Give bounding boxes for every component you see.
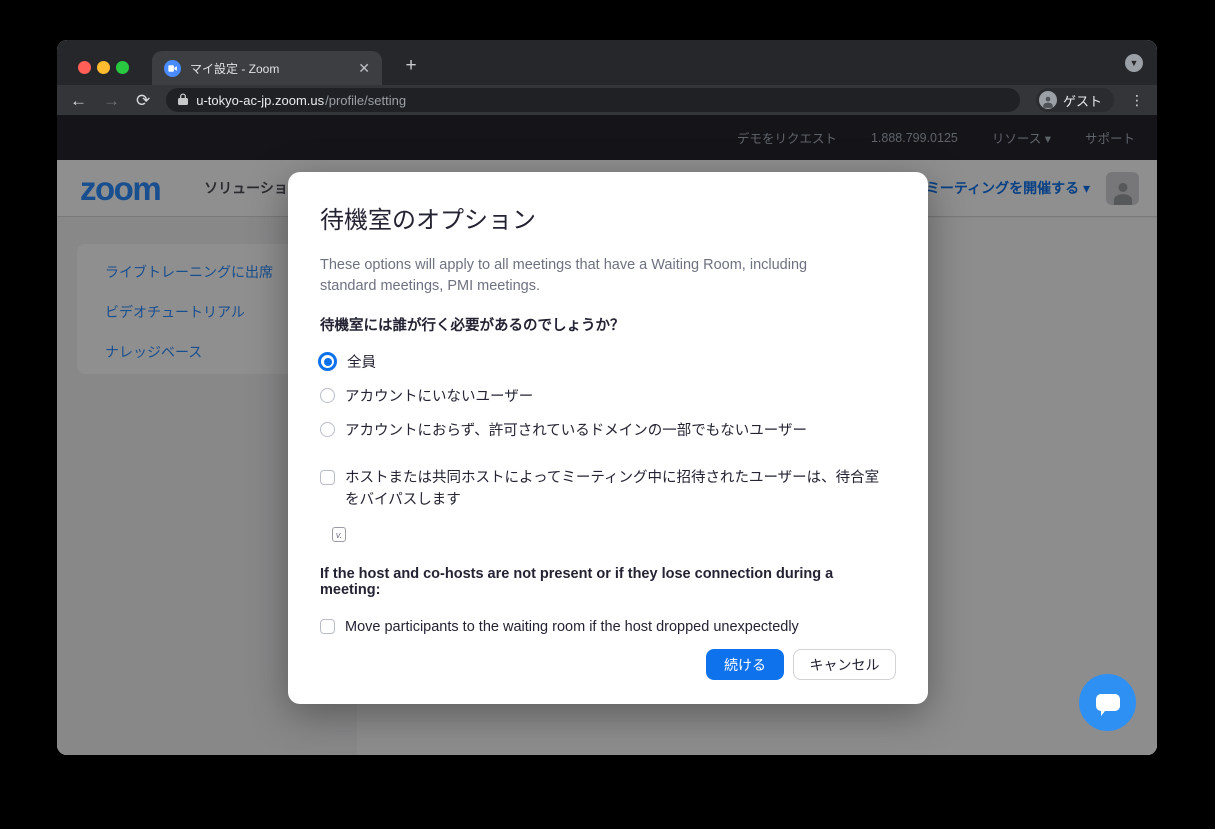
radio-users-not-in-allowed-domains[interactable]: アカウントにおらず、許可されているドメインの一部でもないユーザー <box>320 419 896 440</box>
checkbox-icon[interactable] <box>320 470 335 485</box>
dialog-question: 待機室には誰が行く必要があるのでしょうか？ <box>320 314 896 335</box>
radio-unselected-icon[interactable] <box>320 388 335 403</box>
dialog-question-host-absent: If the host and co-hosts are not present… <box>320 566 896 598</box>
small-badge-icon: v. <box>332 527 346 542</box>
checkbox-icon[interactable] <box>320 619 335 634</box>
continue-button[interactable]: 続ける <box>706 649 784 680</box>
guest-avatar-icon <box>1039 91 1057 109</box>
lock-icon <box>178 93 188 108</box>
new-tab-button[interactable]: + <box>397 52 425 80</box>
radio-selected-icon[interactable] <box>318 352 337 371</box>
url-host: u-tokyo-ac-jp.zoom.us <box>196 93 324 108</box>
chat-bubble-icon <box>1096 694 1120 711</box>
tab-strip: マイ設定 - Zoom ✕ + ▼ <box>57 40 1157 85</box>
guest-label: ゲスト <box>1063 91 1102 110</box>
radio-unselected-icon[interactable] <box>320 422 335 437</box>
url-bar[interactable]: u-tokyo-ac-jp.zoom.us/profile/setting <box>166 88 1020 112</box>
close-window-button[interactable] <box>78 61 91 74</box>
waiting-room-options-dialog: 待機室のオプション These options will apply to al… <box>288 172 928 704</box>
radio-users-not-in-account[interactable]: アカウントにいないユーザー <box>320 385 896 406</box>
fullscreen-window-button[interactable] <box>116 61 129 74</box>
tab-search-button[interactable]: ▼ <box>1125 54 1143 72</box>
radio-everyone[interactable]: 全員 <box>320 351 896 372</box>
dialog-actions: 続ける キャンセル <box>706 649 896 680</box>
forward-icon: → <box>103 92 120 109</box>
checkbox-move-participants[interactable]: Move participants to the waiting room if… <box>320 617 896 639</box>
browser-tab[interactable]: マイ設定 - Zoom ✕ <box>152 51 382 85</box>
tab-title: マイ設定 - Zoom <box>190 60 349 77</box>
reload-icon[interactable]: ⟳ <box>136 92 150 109</box>
guest-profile-button[interactable]: ゲスト <box>1036 88 1114 112</box>
dialog-description: These options will apply to all meetings… <box>320 255 860 297</box>
zoom-favicon-icon <box>164 60 181 77</box>
browser-menu-icon[interactable]: ⋮ <box>1130 92 1144 109</box>
checkbox-bypass-waiting-room[interactable]: ホストまたは共同ホストによってミーティング中に招待されたユーザーは、待合室をバイ… <box>320 468 896 512</box>
url-path: /profile/setting <box>325 93 406 108</box>
tab-close-icon[interactable]: ✕ <box>358 60 370 77</box>
back-icon[interactable]: ← <box>70 92 87 109</box>
browser-window: マイ設定 - Zoom ✕ + ▼ ← → ⟳ u-tokyo-ac-jp.zo… <box>57 40 1157 755</box>
cancel-button[interactable]: キャンセル <box>793 649 896 680</box>
minimize-window-button[interactable] <box>97 61 110 74</box>
dialog-title: 待機室のオプション <box>320 200 896 235</box>
browser-toolbar: ← → ⟳ u-tokyo-ac-jp.zoom.us/profile/sett… <box>57 85 1157 115</box>
chat-support-button[interactable] <box>1079 674 1136 731</box>
